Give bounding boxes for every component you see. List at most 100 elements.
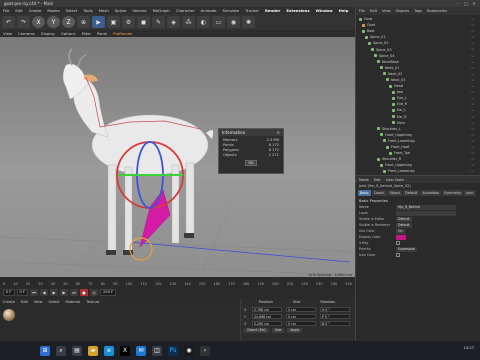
cinema4d-icon[interactable]: ◉ [184,345,194,356]
object-manager-menu-edit[interactable]: Edit [370,9,377,13]
tab-symmetry[interactable]: Symmetry [442,190,464,196]
deformer-icon[interactable]: ◐ [197,16,210,28]
viewport-menu-filter[interactable]: Filter [82,31,91,36]
position-field[interactable]: 0.290 cm [252,321,282,326]
viewport-menu-view[interactable]: View [3,31,12,36]
go-to-end-icon[interactable]: ⏭ [70,288,78,296]
edge-icon[interactable]: e [104,345,114,356]
pen-icon[interactable]: ✎ [152,16,165,28]
visibility-toggle-icon[interactable]: ⁚✓ [471,151,475,155]
attribute-checkbox[interactable] [396,241,400,245]
photoshop-icon[interactable]: Ps [168,345,178,356]
search-icon[interactable]: ⌕ [56,345,66,356]
undo-icon[interactable]: ↶ [2,16,15,28]
attribute-select[interactable]: On [396,228,405,234]
rotation-field[interactable]: B 0 ° [320,321,350,326]
attribute-select[interactable]: Default [396,222,412,228]
material-menu-material[interactable]: Material [66,300,81,304]
close-icon[interactable]: ✕ [471,1,477,6]
viewport[interactable] [0,37,355,277]
tree-row[interactable]: Front_LowerLeg ⁚✓ [356,168,480,174]
mail-icon[interactable]: ✉ [136,345,146,356]
next-key-icon[interactable]: ▶ [60,288,68,296]
visibility-toggle-icon[interactable]: ⁚✓ [471,133,475,137]
attribute-menu-edit[interactable]: Edit [374,178,381,182]
attribute-menu-user-data[interactable]: User Data [386,178,404,182]
menu-item-simulate[interactable]: Simulate [222,8,239,13]
object-manager-menu-view[interactable]: View [382,9,391,13]
go-to-start-icon[interactable]: ⏮ [30,288,38,296]
menu-item-file[interactable]: File [3,8,9,13]
size-mode-select[interactable]: Size [271,328,285,333]
attribute-menu-mode[interactable]: Mode [359,178,369,182]
windows-start-icon[interactable]: ⊞ [40,345,50,356]
end-frame-field[interactable]: 250 F [100,288,117,296]
visibility-toggle-icon[interactable]: ⁚✓ [471,121,475,125]
menu-item-edit[interactable]: Edit [15,8,22,13]
material-menu-edit[interactable]: Edit [21,300,28,304]
task-view-icon[interactable]: ▤ [72,345,82,356]
store-icon[interactable]: ◫ [152,345,162,356]
display-color-swatch[interactable] [396,234,406,240]
start-frame-field[interactable]: 0 F [3,288,15,296]
explorer-icon[interactable]: ▰ [88,345,98,356]
menu-item-volume[interactable]: Volume [132,8,146,13]
tab-default[interactable]: Default [403,190,420,196]
apply-button[interactable]: Apply [287,328,303,333]
minimize-icon[interactable]: – [455,1,461,6]
attribute-text-field[interactable] [396,210,456,216]
light-icon[interactable]: ✺ [242,16,255,28]
record-icon[interactable]: ● [80,288,88,296]
menu-item-tracker[interactable]: Tracker [245,8,259,13]
visibility-toggle-icon[interactable]: ⁚✓ [471,72,475,76]
menu-item-extensions[interactable]: Extensions [286,8,309,13]
visibility-toggle-icon[interactable]: ⁚✓ [471,108,475,112]
subdivision-icon[interactable]: ◈ [167,16,180,28]
visibility-toggle-icon[interactable]: ⁚✓ [471,35,475,39]
menu-item-mograph[interactable]: MoGraph [153,8,170,13]
cloner-icon[interactable]: ⁂ [182,16,195,28]
previous-key-icon[interactable]: ◀ [40,288,48,296]
menu-item-create[interactable]: Create [29,8,42,13]
visibility-toggle-icon[interactable]: ⁚✓ [471,60,475,64]
material-menu-select[interactable]: Select [48,300,59,304]
ok-button[interactable]: OK [245,160,257,166]
visibility-toggle-icon[interactable]: ⁚✓ [471,47,475,51]
attribute-select[interactable]: Default [396,216,412,222]
coordinate-system-icon[interactable]: ⊕ [77,16,90,28]
menu-item-window[interactable]: Window [316,8,333,13]
play-icon[interactable]: ▶ [50,288,58,296]
viewport-menu-display[interactable]: Display [41,31,55,36]
material-menu-create[interactable]: Create [3,300,15,304]
tab-joint[interactable]: Joint [464,190,476,196]
close-icon[interactable]: ✕ [277,130,280,135]
tab-basic[interactable]: Basic [358,190,371,196]
menu-item-mesh[interactable]: Mesh [99,8,109,13]
axis-y-button[interactable]: Y [47,16,60,28]
visibility-toggle-icon[interactable]: ⁚✓ [471,29,475,33]
size-field[interactable]: 0 cm [286,321,316,326]
visibility-toggle-icon[interactable]: ⁚✓ [471,96,475,100]
visibility-toggle-icon[interactable]: ⁚✓ [471,163,475,167]
size-field[interactable]: 0 cm [286,314,316,319]
material-menu-texture[interactable]: Texture [86,300,99,304]
tab-coord[interactable]: Coord. [371,190,387,196]
viewport-menu-options[interactable]: Options [61,31,76,36]
size-field[interactable]: 0 cm [286,307,316,312]
menu-item-select[interactable]: Select [66,8,78,13]
menu-item-character[interactable]: Character [176,8,195,13]
visibility-toggle-icon[interactable]: ⁚✓ [471,127,475,131]
rotation-field[interactable]: P 0 ° [320,314,350,319]
render-view-icon[interactable]: ▶ [92,16,105,28]
current-frame-field[interactable]: 0 F [16,288,28,296]
visibility-toggle-icon[interactable]: ⁚✓ [471,102,475,106]
menu-item-spline[interactable]: Spline [115,8,127,13]
object-tree[interactable]: Goat ⁚✓ Goat ⁚✓ Root ⁚✓ Spine_01 ⁚✓ Spine_02 ⁚✓ Sp… [356,16,480,174]
autokey-icon[interactable]: ◎ [90,288,98,296]
visibility-toggle-icon[interactable]: ⁚✓ [471,54,475,58]
menu-item-tools[interactable]: Tools [83,8,92,13]
attribute-text-field[interactable]: Hip_R_Behind [396,204,456,210]
object-manager-menu-objects[interactable]: Objects [396,9,410,13]
object-manager-menu-file[interactable]: File [359,9,365,13]
x-app-icon[interactable]: X [120,345,130,356]
